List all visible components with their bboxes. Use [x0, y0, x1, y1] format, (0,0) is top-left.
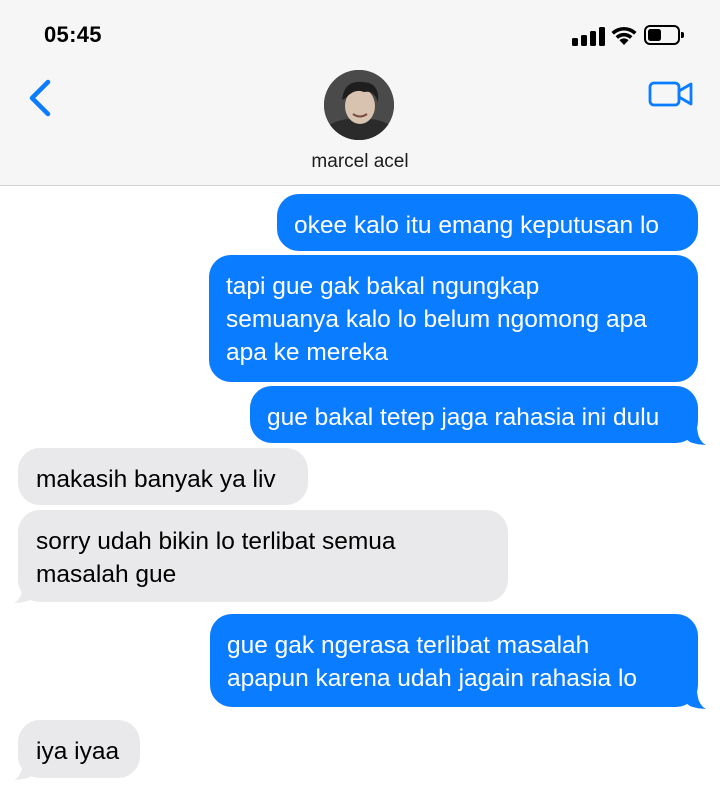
- contact-avatar[interactable]: [324, 70, 394, 140]
- message-tail: [14, 578, 34, 603]
- battery-icon: [644, 25, 684, 45]
- status-bar-time: 05:45: [44, 22, 102, 47]
- wifi-icon: [611, 26, 637, 45]
- message-bubble-sent[interactable]: gue bakal tetep jaga rahasia ini dulu: [250, 386, 698, 443]
- conversation-header: 05:45 marcel acel: [0, 0, 720, 186]
- message-tail: [686, 420, 706, 445]
- cellular-signal-icon: [572, 26, 606, 46]
- contact-name[interactable]: marcel acel: [0, 151, 720, 173]
- message-bubble-sent[interactable]: gue gak ngerasa terlibat masalah apapun …: [210, 614, 698, 707]
- message-bubble-sent[interactable]: okee kalo itu emang keputusan lo: [277, 194, 698, 251]
- message-bubble-sent[interactable]: tapi gue gak bakal ngungkap semuanya kal…: [209, 255, 698, 382]
- message-tail: [686, 684, 706, 709]
- message-bubble-received[interactable]: sorry udah bikin lo terlibat semua masal…: [18, 510, 508, 602]
- back-button[interactable]: [22, 76, 58, 120]
- message-bubble-received[interactable]: iya iyaa: [18, 720, 140, 778]
- message-tail: [14, 755, 34, 780]
- message-bubble-received[interactable]: makasih banyak ya liv: [18, 448, 308, 505]
- video-camera-icon[interactable]: [648, 78, 694, 110]
